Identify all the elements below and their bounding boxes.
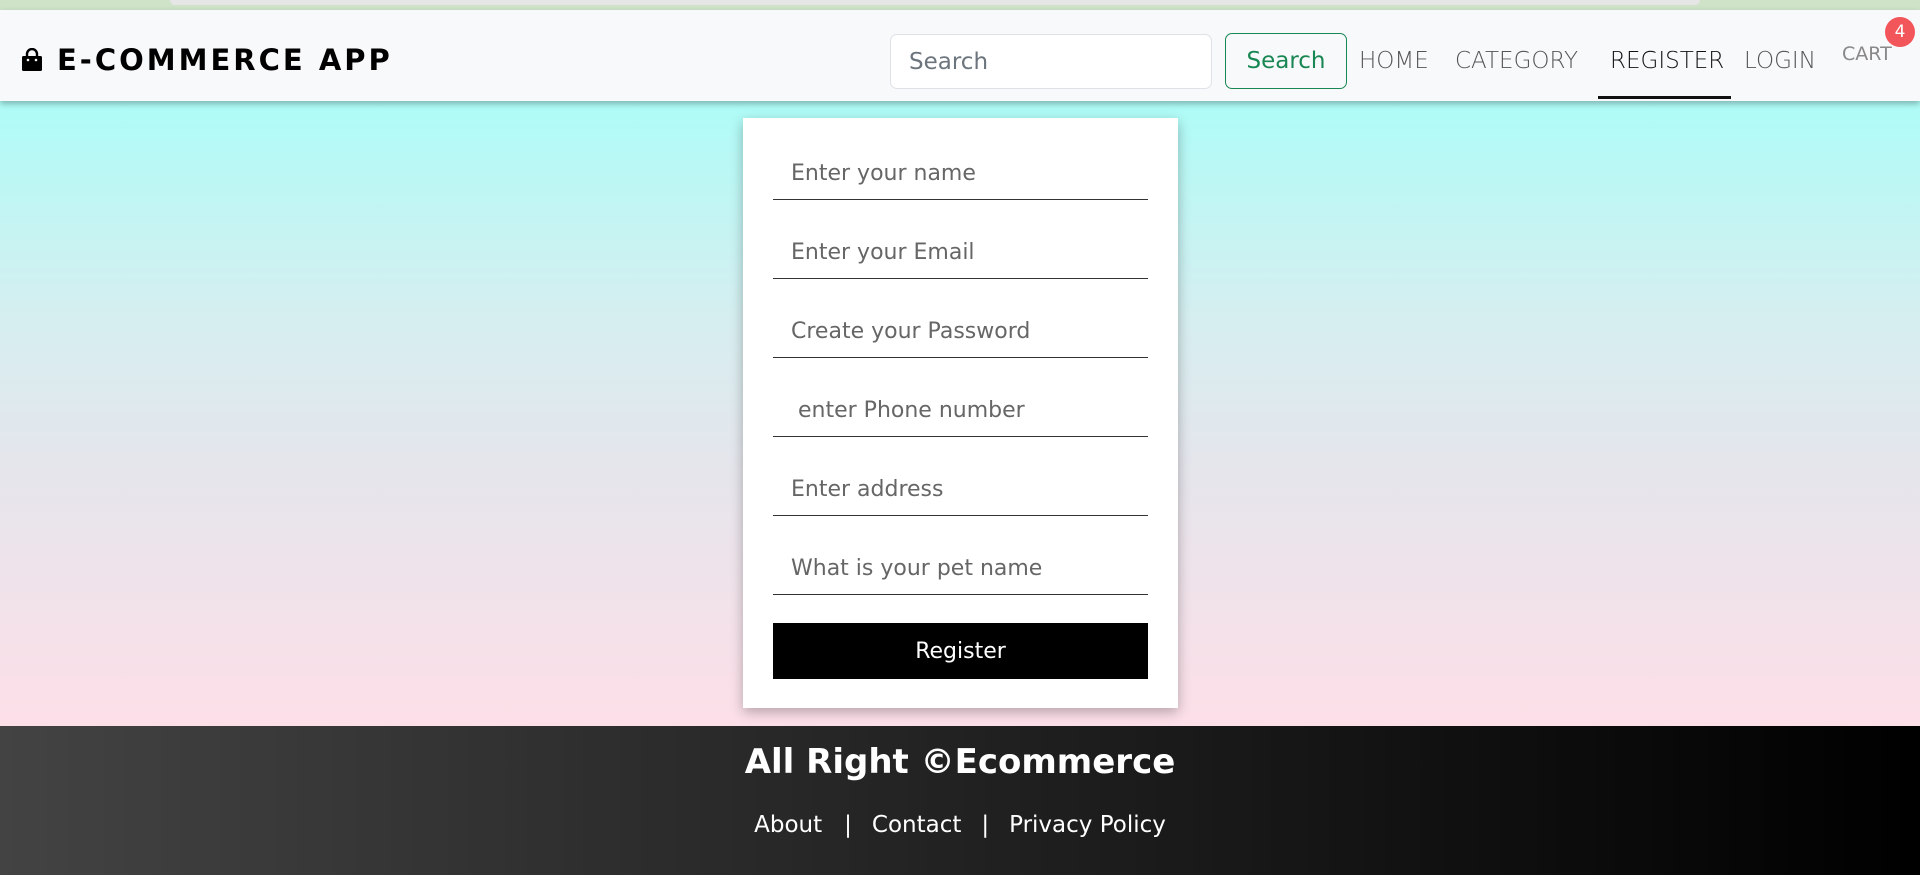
pet-name-placeholder: What is your pet name <box>791 556 1043 581</box>
navbar: E-COMMERCE APP Search Search HOME CATEGO… <box>0 10 1920 101</box>
password-placeholder: Create your Password <box>791 319 1031 344</box>
phone-placeholder: enter Phone number <box>791 398 1025 423</box>
search-input[interactable]: Search <box>890 34 1212 89</box>
address-field[interactable]: Enter address <box>773 464 1148 516</box>
pet-name-field[interactable]: What is your pet name <box>773 543 1148 595</box>
active-nav-underline <box>1598 96 1731 99</box>
register-button[interactable]: Register <box>773 623 1148 679</box>
footer-link-contact[interactable]: Contact <box>872 812 961 838</box>
nav-register[interactable]: REGISTER <box>1610 48 1724 74</box>
name-field[interactable]: Enter your name <box>773 148 1148 200</box>
footer-link-about[interactable]: About <box>754 812 822 838</box>
register-form: Enter your name Enter your Email Create … <box>743 118 1178 708</box>
nav-home[interactable]: HOME <box>1359 48 1429 74</box>
footer-link-privacy[interactable]: Privacy Policy <box>1009 812 1166 838</box>
name-placeholder: Enter your name <box>791 161 976 186</box>
search-placeholder: Search <box>909 48 989 75</box>
email-placeholder: Enter your Email <box>791 240 975 265</box>
nav-category[interactable]: CATEGORY <box>1455 48 1578 74</box>
email-field[interactable]: Enter your Email <box>773 227 1148 279</box>
footer-copyright: All Right ©Ecommerce <box>744 742 1176 782</box>
browser-tab-strip <box>170 0 1700 5</box>
shopping-bag-icon <box>22 48 42 71</box>
brand-title: E-COMMERCE APP <box>57 43 393 77</box>
footer-separator: | <box>844 812 852 838</box>
nav-cart[interactable]: CART <box>1842 43 1892 65</box>
cart-count-badge: 4 <box>1885 17 1915 47</box>
nav-login[interactable]: LOGIN <box>1744 48 1816 74</box>
footer: All Right ©Ecommerce About | Contact | P… <box>0 726 1920 875</box>
phone-field[interactable]: enter Phone number <box>773 385 1148 437</box>
address-placeholder: Enter address <box>791 477 944 502</box>
password-field[interactable]: Create your Password <box>773 306 1148 358</box>
footer-separator: | <box>981 812 990 838</box>
search-button[interactable]: Search <box>1225 33 1347 89</box>
brand[interactable]: E-COMMERCE APP <box>21 40 393 80</box>
footer-links: About | Contact | Privacy Policy <box>0 812 1920 838</box>
